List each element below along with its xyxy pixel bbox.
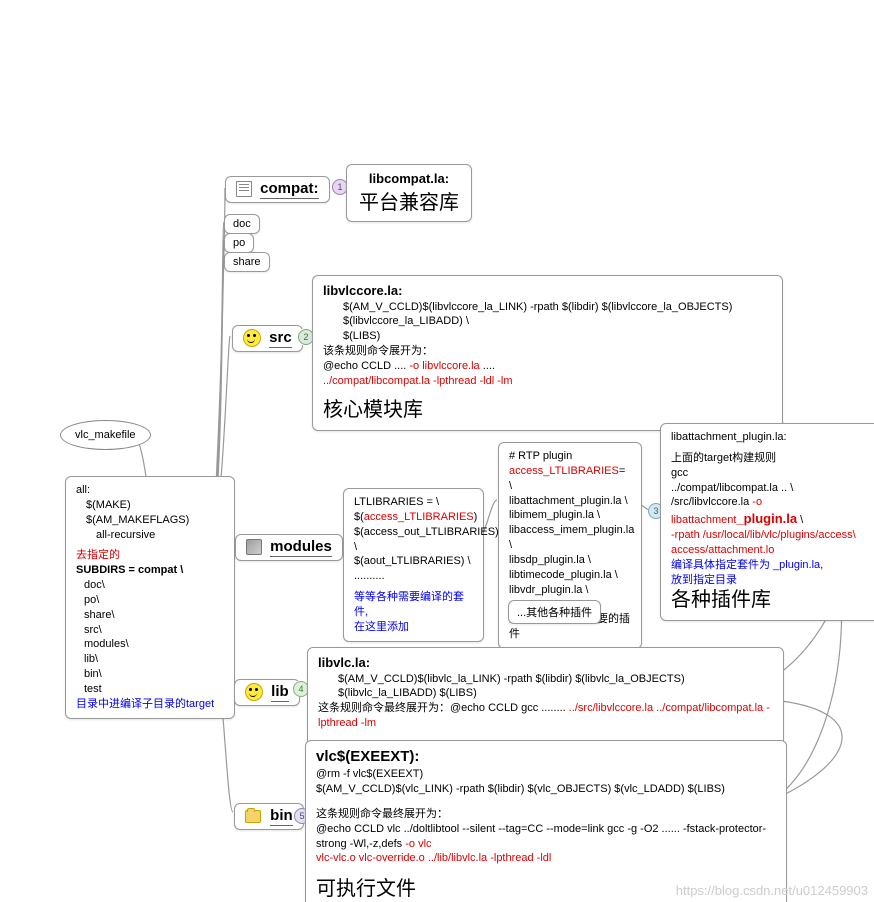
t: 这条规则命令最终展开为： [318,702,450,714]
t: bin\ [76,667,224,682]
t: modules\ [76,637,224,652]
folder-icon [245,810,261,823]
t: @echo CCLD vlc ../doltlibtool --silent -… [316,823,766,850]
lib-label: lib [271,683,289,702]
t: libtimecode_plugin.la \ [509,568,631,583]
t: SUBDIRS = compat \ [76,564,183,576]
subdirs-box: all: $(MAKE) $(AM_MAKEFLAGS) all-recursi… [65,476,235,719]
t: $(MAKE) $(AM_MAKEFLAGS) [76,498,224,528]
t: access_LTLIBRARIES [364,511,474,523]
t: .... [480,360,495,372]
t: libsdp_plugin.la \ [509,553,631,568]
modules-ltlibraries: LTLIBRARIES = \ $(access_LTLIBRARIES) $(… [343,488,484,642]
t: libimem_plugin.la \ [509,508,631,523]
t: libvlccore.la: [323,282,772,300]
t: _plugin.la [736,511,797,526]
t: libaccess_imem_plugin.la \ [509,523,631,553]
t: test [76,682,224,697]
t: 平台兼容库 [357,186,461,215]
t: libvdr_plugin.la \ [509,583,631,598]
t: libvlc.la: [318,654,773,672]
bin-label: bin [270,807,293,826]
t: $(AM_V_CCLD)$(libvlccore_la_LINK) -rpath… [323,300,772,330]
t: access/attachment.lo [671,543,871,558]
src-label: src [269,329,292,348]
t: all: [76,483,224,498]
t: po\ [76,593,224,608]
t: 等等各种需要编译的套件, [354,590,473,620]
lib-node: lib [234,679,300,706]
modules-icon [246,539,262,555]
face-icon [245,683,263,701]
t: libattachment_plugin.la \ [509,494,631,509]
t: -o vlc [405,838,431,850]
compat-output: libcompat.la: 平台兼容库 [346,164,472,222]
modules-plugin-output: libattachment_plugin.la: 上面的target构建规则 g… [660,423,874,621]
document-icon [236,181,252,197]
po-node: po [224,233,254,253]
modules-node: modules [235,534,343,561]
t: 核心模块库 [323,397,772,424]
t: vlc$(EXEEXT): [316,747,776,767]
t: # RTP plugin [509,449,631,464]
t: 该条规则命令展开为： [323,344,772,359]
t: .......... [354,569,473,584]
t: /src/libvlccore.la [671,496,752,508]
t: ../compat/libcompat.la .. \ [671,481,871,496]
t: access_LTLIBRARIES [509,465,619,477]
t: 放到指定目录 [671,573,871,588]
src-output: libvlccore.la: $(AM_V_CCLD)$(libvlccore_… [312,275,783,431]
t: LTLIBRARIES = \ [354,495,473,510]
t: doc\ [76,578,224,593]
t: ) [474,511,478,523]
t: $(AM_V_CCLD)$(libvlc_la_LINK) -rpath $(l… [318,672,773,702]
t: all-recursive [76,528,224,543]
t: @rm -f vlc$(EXEEXT) [316,767,776,782]
t: po [233,237,245,249]
t: -rpath /usr/local/lib/vlc/plugins/access… [671,528,871,543]
t-blue: 目录中进编译子目录的target [76,697,224,712]
t: 这条规则命令最终展开为： [316,807,776,822]
t: lib\ [76,652,224,667]
src-node: src [232,325,303,352]
t: $(AM_V_CCLD)$(vlc_LINK) -rpath $(libdir)… [316,782,776,797]
doc-node: doc [224,214,260,234]
t: 各种插件库 [671,587,871,614]
t: 在这里添加 [354,620,473,635]
watermark: https://blog.csdn.net/u012459903 [676,883,868,898]
t: $(LIBS) [323,329,772,344]
t: vlc-vlc.o vlc-override.o ../lib/libvlc.l… [316,851,776,866]
t: @echo CCLD gcc ........ [450,702,569,714]
t: share\ [76,608,224,623]
root-node: vlc_makefile [60,420,151,450]
t: $( [354,511,364,523]
t: libattachment_plugin.la: [671,430,871,445]
t: share [233,256,261,268]
t-red: 去指定的 [76,548,224,563]
compat-node: compat: [225,176,330,203]
t: doc [233,218,251,230]
compat-label: compat: [260,180,318,199]
t: ...其他各种插件 [517,607,592,619]
t: @echo CCLD .... [323,360,409,372]
t: $(aout_LTLIBRARIES) \ [354,554,473,569]
t: ../compat/libcompat.la -lpthread -ldl -l… [323,374,772,389]
t: src\ [76,623,224,638]
t: \ [797,514,803,526]
t: 编译具体指定套件为 _plugin.la, [671,558,871,573]
bin-output: vlc$(EXEEXT): @rm -f vlc$(EXEEXT) $(AM_V… [305,740,787,902]
t: 上面的target构建规则 [671,451,871,466]
root-label: vlc_makefile [75,429,136,441]
t: libcompat.la: [357,171,461,186]
modules-label: modules [270,538,332,557]
t: gcc [671,466,871,481]
t: $(access_out_LTLIBRARIES) \ [354,525,473,555]
t: -o libvlccore.la [409,360,479,372]
face-icon [243,329,261,347]
share-node: share [224,252,270,272]
modules-other-plugins: ...其他各种插件 [508,600,601,624]
